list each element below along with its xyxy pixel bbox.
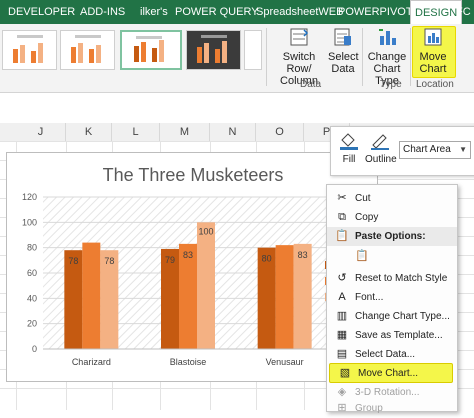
data-label: 100 bbox=[198, 226, 213, 236]
menu-group: ⊞ Group bbox=[327, 399, 457, 418]
tab-spreadsheetweb[interactable]: SpreadsheetWEB bbox=[256, 0, 343, 24]
menu-copy[interactable]: ⧉ Copy bbox=[327, 208, 457, 227]
menu-save-template[interactable]: ▦ Save as Template... bbox=[327, 326, 457, 345]
tab-ilker-s[interactable]: ilker's bbox=[140, 0, 168, 24]
tab-power-query[interactable]: POWER QUERY bbox=[175, 0, 259, 24]
group-icon: ⊞ bbox=[337, 402, 347, 414]
menu-font[interactable]: A Font... bbox=[327, 288, 457, 307]
change-chart-type-icon bbox=[379, 29, 396, 45]
mini-format-toolbar: Fill Outline Chart Area ▼ bbox=[330, 126, 474, 176]
data-label: 80 bbox=[262, 254, 272, 264]
y-tick-label: 120 bbox=[22, 192, 37, 202]
column-header-l[interactable]: L bbox=[112, 123, 160, 141]
chart-style-thumb-4[interactable] bbox=[186, 30, 241, 70]
move-chart-button[interactable]: Move Chart bbox=[412, 26, 454, 75]
bar-d-blastoise bbox=[197, 222, 215, 349]
column-header-m[interactable]: M bbox=[160, 123, 210, 141]
type-group-label: Type bbox=[380, 79, 402, 90]
chart-element-select[interactable]: Chart Area ▼ bbox=[399, 141, 471, 159]
switch-row-column-button[interactable]: Switch Row/ Column bbox=[272, 26, 326, 87]
location-group-label: Location bbox=[416, 79, 454, 90]
outline-button[interactable]: Outline bbox=[365, 131, 397, 165]
y-tick-label: 60 bbox=[27, 268, 37, 278]
data-label: 83 bbox=[183, 250, 193, 260]
context-menu: ✂ Cut ⧉ Copy 📋 Paste Options: 📋 ↺ Reset … bbox=[326, 184, 458, 414]
column-header-j[interactable]: J bbox=[16, 123, 66, 141]
font-icon: A bbox=[338, 291, 346, 303]
ribbon-separator bbox=[362, 28, 363, 86]
clipboard-icon: 📋 bbox=[355, 250, 369, 262]
plot-area[interactable]: 0 20 40 60 80 100 120 78 78 Charizard 79 83 100 Blast… bbox=[13, 189, 343, 375]
copy-icon: ⧉ bbox=[338, 211, 346, 223]
y-tick-label: 0 bbox=[32, 344, 37, 354]
data-label: 78 bbox=[104, 256, 114, 266]
bar-a-venusaur bbox=[275, 245, 294, 349]
y-tick-label: 20 bbox=[27, 319, 37, 329]
data-group-label: Data bbox=[300, 79, 322, 90]
chart-styles-scroll[interactable] bbox=[244, 30, 262, 70]
data-label: 79 bbox=[165, 255, 175, 265]
change-chart-type-button[interactable]: Change Chart Type bbox=[364, 26, 410, 87]
ribbon-tab-bar: DEVELOPER ADD-INS ilker's POWER QUERY Spread… bbox=[0, 0, 474, 24]
template-icon: ▦ bbox=[336, 329, 348, 341]
select-data-button[interactable]: Select Data bbox=[328, 26, 359, 75]
chart-style-thumb-2[interactable] bbox=[60, 30, 115, 70]
switch-row-column-icon bbox=[290, 28, 309, 46]
move-chart-icon: ▧ bbox=[339, 367, 351, 379]
bar-a-charizard bbox=[82, 242, 101, 349]
rotation-icon: ◈ bbox=[337, 386, 347, 398]
chart-type-icon: ▥ bbox=[336, 310, 348, 322]
scissors-icon: ✂ bbox=[337, 192, 347, 204]
paste-icon: 📋 bbox=[335, 230, 349, 242]
chevron-down-icon: ▼ bbox=[459, 145, 467, 154]
tab-add-ins[interactable]: ADD-INS bbox=[80, 0, 125, 24]
y-tick-label: 40 bbox=[27, 293, 37, 303]
ribbon-design: Switch Row/ Column Select Data Data Chan… bbox=[0, 24, 474, 93]
pen-icon bbox=[371, 134, 389, 150]
chart-style-thumb-3-selected[interactable] bbox=[120, 30, 182, 70]
fill-button[interactable]: Fill bbox=[337, 131, 361, 165]
formula-area bbox=[0, 93, 474, 123]
chart-title[interactable]: The Three Musketeers bbox=[7, 165, 379, 186]
y-tick-label: 80 bbox=[27, 243, 37, 253]
x-tick-label: Blastoise bbox=[170, 357, 207, 367]
select-data-icon: ▤ bbox=[336, 348, 348, 360]
menu-paste-button[interactable]: 📋 bbox=[327, 246, 457, 268]
data-label: 78 bbox=[68, 256, 78, 266]
y-tick-label: 100 bbox=[22, 217, 37, 227]
column-header-n[interactable]: N bbox=[210, 123, 256, 141]
move-chart-icon bbox=[424, 28, 442, 46]
data-label: 83 bbox=[298, 250, 308, 260]
select-data-icon bbox=[334, 28, 351, 46]
menu-cut[interactable]: ✂ Cut bbox=[327, 189, 457, 208]
tab-developer[interactable]: DEVELOPER bbox=[8, 0, 75, 24]
tab-powerpivot[interactable]: POWERPIVOT bbox=[338, 0, 413, 24]
ribbon-separator bbox=[410, 28, 411, 86]
tab-fc[interactable]: FC bbox=[456, 0, 471, 24]
paint-bucket-icon bbox=[340, 133, 358, 150]
x-tick-label: Venusaur bbox=[266, 357, 304, 367]
menu-select-data[interactable]: ▤ Select Data... bbox=[327, 345, 457, 364]
reset-style-icon: ↺ bbox=[337, 272, 347, 284]
menu-paste-options-header: 📋 Paste Options: bbox=[327, 227, 457, 246]
tab-design[interactable]: DESIGN bbox=[410, 0, 463, 24]
chart-style-thumb-1[interactable] bbox=[2, 30, 57, 70]
ribbon-separator bbox=[266, 28, 267, 86]
column-header-o[interactable]: O bbox=[256, 123, 304, 141]
x-tick-label: Charizard bbox=[72, 357, 111, 367]
chart-area[interactable]: The Three Musketeers 0 20 40 60 80 100 120 78 78… bbox=[6, 152, 378, 382]
column-header-k[interactable]: K bbox=[66, 123, 112, 141]
menu-reset-style[interactable]: ↺ Reset to Match Style bbox=[327, 269, 457, 288]
menu-move-chart[interactable]: ▧ Move Chart... bbox=[329, 363, 453, 383]
menu-change-chart-type[interactable]: ▥ Change Chart Type... bbox=[327, 307, 457, 326]
